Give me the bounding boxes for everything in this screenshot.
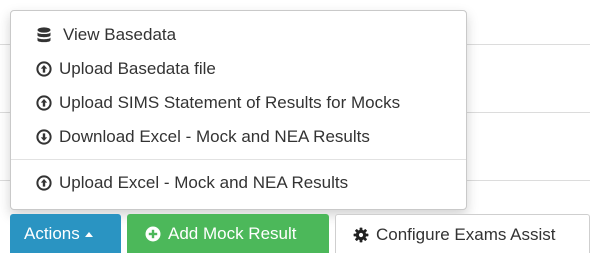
actions-dropdown-menu: View Basedata Upload Basedata file Uploa… [10, 10, 467, 210]
add-mock-result-label: Add Mock Result [168, 224, 297, 243]
menu-item-label: Upload Basedata file [59, 59, 216, 78]
page: View Basedata Upload Basedata file Uploa… [0, 0, 590, 253]
menu-item-upload-sims[interactable]: Upload SIMS Statement of Results for Moc… [11, 86, 466, 120]
arrow-circle-down-icon [36, 129, 52, 145]
arrow-circle-up-icon [36, 61, 52, 77]
configure-exams-assist-label: Configure Exams Assist [376, 224, 556, 244]
add-mock-result-button[interactable]: Add Mock Result [127, 214, 329, 253]
caret-up-icon [84, 232, 93, 237]
menu-item-upload-basedata[interactable]: Upload Basedata file [11, 52, 466, 86]
actions-button-label: Actions [24, 224, 80, 243]
configure-exams-assist-button[interactable]: Configure Exams Assist [335, 214, 590, 253]
menu-item-upload-excel[interactable]: Upload Excel - Mock and NEA Results [11, 166, 466, 200]
database-icon [36, 27, 52, 43]
menu-item-download-excel[interactable]: Download Excel - Mock and NEA Results [11, 120, 466, 154]
menu-item-label: Download Excel - Mock and NEA Results [59, 127, 370, 146]
menu-divider [11, 159, 466, 160]
gear-icon [353, 227, 369, 243]
menu-item-view-basedata[interactable]: View Basedata [11, 18, 466, 52]
actions-button[interactable]: Actions [10, 214, 121, 253]
menu-item-label: View Basedata [63, 25, 177, 44]
arrow-circle-up-icon [36, 95, 52, 111]
arrow-circle-up-icon [36, 175, 52, 191]
menu-item-label: Upload SIMS Statement of Results for Moc… [59, 93, 401, 112]
menu-item-label: Upload Excel - Mock and NEA Results [59, 173, 349, 192]
plus-circle-icon [145, 226, 161, 242]
